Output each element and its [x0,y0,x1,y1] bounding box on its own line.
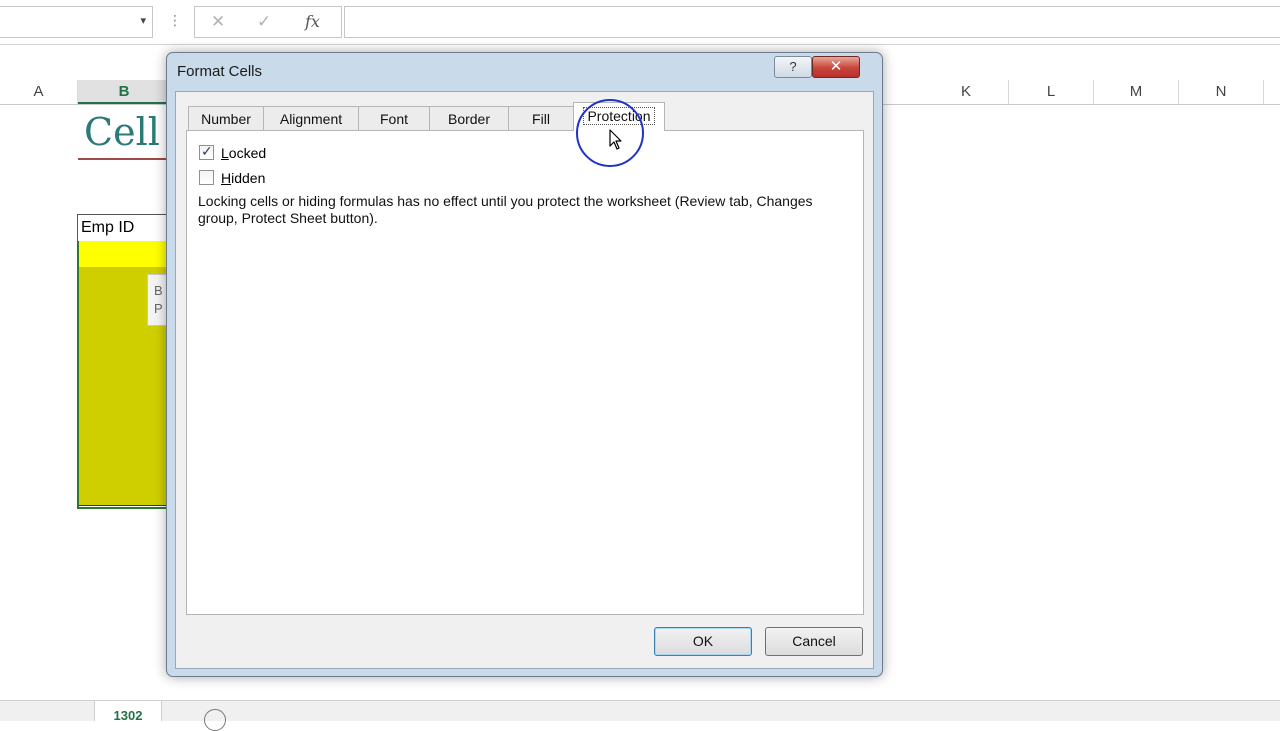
table-row[interactable] [79,371,174,398]
locked-label-rest: ocked [228,145,267,161]
mouse-cursor-icon [609,129,622,150]
column-header-a[interactable]: A [0,80,78,104]
name-box[interactable]: ▾ [0,6,153,38]
cancel-button[interactable]: Cancel [765,627,863,656]
protection-note: Locking cells or hiding formulas has no … [198,193,813,226]
sheet-title: Cell [84,110,160,154]
column-header-m[interactable]: M [1094,80,1179,104]
checkmark-icon: ✓ [201,143,213,159]
tooltip-line: B [154,283,163,298]
table-row[interactable] [79,345,174,372]
hidden-access-key: H [221,170,232,186]
close-button[interactable]: ✕ [812,56,860,78]
enter-icon[interactable]: ✓ [257,12,271,32]
formula-input[interactable] [344,6,1280,38]
tab-font[interactable]: Font [358,106,430,130]
format-cells-dialog: Format Cells ? ✕ Number Alignment Font B… [166,52,883,677]
add-sheet-icon[interactable] [204,709,226,731]
formula-buttons: ✕ ✓ fx [194,6,342,38]
hidden-label-rest: idden [231,170,266,186]
formula-bar: ▾ ⋮ ✕ ✓ fx [0,0,1280,45]
protection-panel: ✓ Locked Hidden Locking cells or hiding … [186,130,864,615]
table-row[interactable] [79,423,174,450]
table-row[interactable] [79,397,174,424]
chevron-down-icon[interactable]: ▾ [140,14,146,27]
locked-access-key: L [221,145,229,161]
tab-border[interactable]: Border [429,106,509,130]
hidden-checkbox[interactable] [199,170,214,185]
dialog-body: Number Alignment Font Border Fill Protec… [175,91,874,669]
dialog-title: Format Cells [177,63,263,80]
help-button[interactable]: ? [774,56,812,78]
column-header-b[interactable]: B [78,80,171,104]
table-row[interactable] [79,449,174,476]
insert-function-icon[interactable]: fx [305,12,320,31]
table-row[interactable] [79,475,174,506]
locked-label: Locked [221,145,266,161]
table-row[interactable] [79,241,174,268]
column-header-n[interactable]: N [1179,80,1264,104]
column-header-l[interactable]: L [1009,80,1094,104]
locked-checkbox[interactable]: ✓ [199,143,214,160]
tab-alignment[interactable]: Alignment [263,106,359,130]
tab-number[interactable]: Number [188,106,264,130]
table-header-cell[interactable]: Emp ID [77,214,173,242]
sheet-tab[interactable]: 1302 [94,701,162,723]
ok-button[interactable]: OK [654,627,752,656]
hidden-label: Hidden [221,170,265,186]
cancel-icon[interactable]: ✕ [211,12,225,32]
table-header-label: Emp ID [81,219,135,236]
column-header-k[interactable]: K [924,80,1009,104]
sheet-tab-bar: 1302 [0,700,1280,731]
tab-fill[interactable]: Fill [508,106,574,130]
title-underline [78,158,173,160]
tooltip-line: P [154,301,163,316]
more-options-icon: ⋮ [168,12,182,28]
